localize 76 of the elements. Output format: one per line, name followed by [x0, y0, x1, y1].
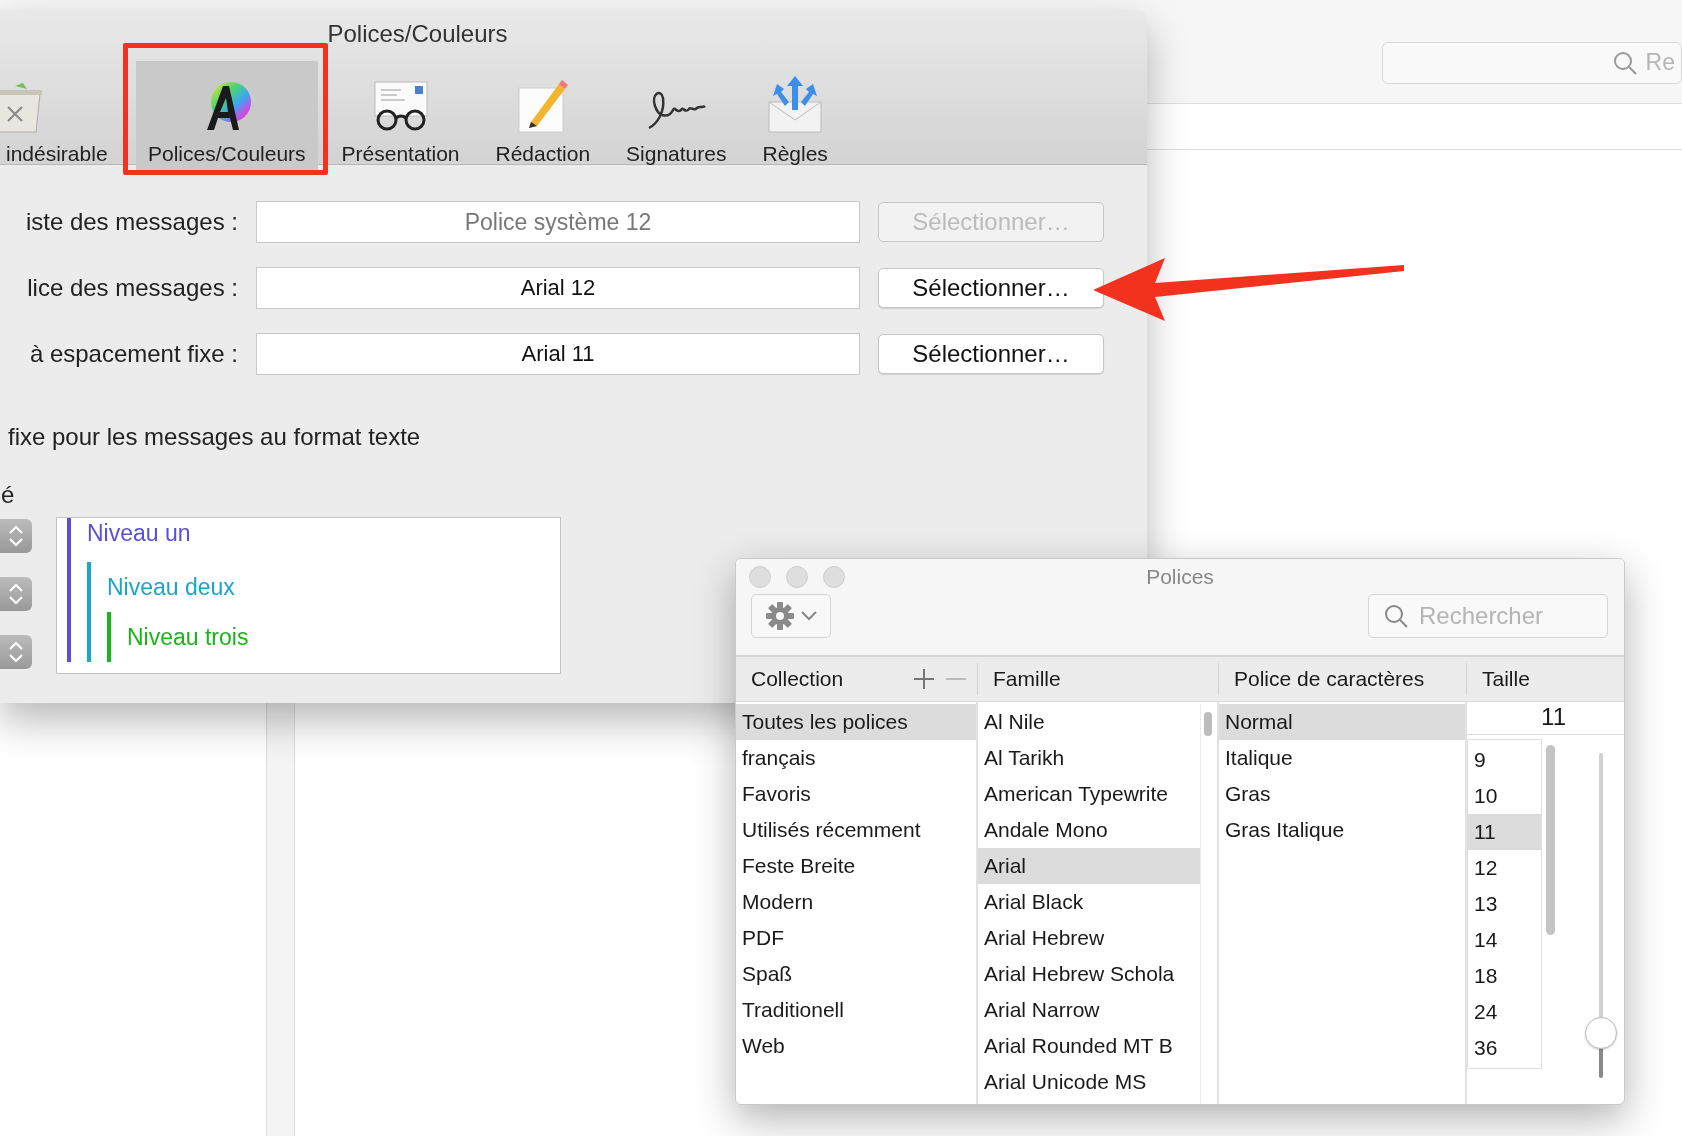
- select-button[interactable]: Sélectionner…: [878, 268, 1104, 308]
- toolbar-tab[interactable]: Présentation: [329, 61, 472, 175]
- field-label: iste des messages :: [24, 208, 239, 236]
- trash-icon: [0, 82, 45, 134]
- search-icon: [1383, 603, 1409, 629]
- add-icon[interactable]: [913, 668, 935, 690]
- font-family-item[interactable]: Al Nile: [978, 704, 1200, 740]
- column-header: Collection: [751, 667, 844, 691]
- chevron-down-icon: [801, 611, 817, 621]
- quote-level-text: Niveau trois: [127, 622, 249, 652]
- section-label: é: [1, 481, 15, 509]
- collection-item[interactable]: Traditionell: [736, 992, 976, 1028]
- collection-item[interactable]: PDF: [736, 920, 976, 956]
- font-family-item[interactable]: Al Tarikh: [978, 740, 1200, 776]
- size-slider[interactable]: [1584, 753, 1618, 1078]
- close-button[interactable]: [749, 566, 771, 588]
- size-item[interactable]: 11: [1468, 814, 1541, 850]
- size-item[interactable]: 13: [1468, 886, 1541, 922]
- collection-item[interactable]: Feste Breite: [736, 848, 976, 884]
- toolbar-tab[interactable]: Règles: [750, 61, 840, 175]
- stepper[interactable]: [0, 519, 32, 553]
- zoom-button[interactable]: [823, 566, 845, 588]
- size-item[interactable]: 10: [1468, 778, 1541, 814]
- font-family-item[interactable]: Arial Hebrew: [978, 920, 1200, 956]
- typeface-item[interactable]: Italique: [1219, 740, 1465, 776]
- collection-item[interactable]: Toutes les polices: [736, 704, 976, 740]
- size-item[interactable]: 18: [1468, 958, 1541, 994]
- typeface-item[interactable]: Gras Italique: [1219, 812, 1465, 848]
- toolbar-tab[interactable]: indésirable: [0, 61, 124, 175]
- quote-level-text: Niveau deux: [107, 572, 235, 602]
- collection-item[interactable]: Modern: [736, 884, 976, 920]
- size-field[interactable]: 11: [1467, 702, 1624, 735]
- field-label: à espacement fixe :: [28, 340, 239, 368]
- size-item[interactable]: 36: [1468, 1030, 1541, 1066]
- up-down-chevron-icon: [8, 639, 24, 665]
- option-label: fixe pour les messages au format texte: [8, 423, 422, 451]
- window-title: Polices/Couleurs: [326, 19, 509, 49]
- up-down-chevron-icon: [8, 523, 24, 549]
- quote-level-text: Niveau un: [87, 519, 191, 548]
- collection-item[interactable]: Web: [736, 1028, 976, 1064]
- collection-item[interactable]: français: [736, 740, 976, 776]
- font-field: Police système 12: [256, 201, 860, 243]
- font-family-item[interactable]: Arial Narrow: [978, 992, 1200, 1028]
- stepper[interactable]: [0, 635, 32, 669]
- font-family-item[interactable]: Arial Unicode MS: [978, 1064, 1200, 1100]
- size-item[interactable]: 14: [1468, 922, 1541, 958]
- stepper[interactable]: [0, 577, 32, 611]
- action-menu-button[interactable]: [751, 594, 831, 638]
- font-family-item[interactable]: American Typewrite: [978, 776, 1200, 812]
- field-label: lice des messages :: [26, 274, 239, 302]
- select-button[interactable]: Sélectionner…: [878, 334, 1104, 374]
- window-title: Polices: [1145, 565, 1215, 589]
- minimize-button[interactable]: [786, 566, 808, 588]
- font-family-item[interactable]: Arial Black: [978, 884, 1200, 920]
- column-header: Taille: [1482, 667, 1530, 691]
- font-family-item[interactable]: Arial Hebrew Schola: [978, 956, 1200, 992]
- column-header: Police de caractères: [1234, 667, 1425, 691]
- size-item[interactable]: 9: [1468, 742, 1541, 778]
- size-item[interactable]: 12: [1468, 850, 1541, 886]
- collection-item[interactable]: Spaß: [736, 956, 976, 992]
- font-family-item[interactable]: Andale Mono: [978, 812, 1200, 848]
- font-family-item[interactable]: Arial Rounded MT B: [978, 1028, 1200, 1064]
- typeface-item[interactable]: Gras: [1219, 776, 1465, 812]
- search-icon: [1611, 49, 1638, 76]
- font-family-item[interactable]: Arial: [978, 848, 1200, 884]
- toolbar-tab[interactable]: Signatures: [614, 61, 739, 175]
- font-field: Arial 12: [256, 267, 860, 309]
- font-field: Arial 11: [256, 333, 860, 375]
- column-header: Famille: [993, 667, 1061, 691]
- collection-item[interactable]: Utilisés récemment: [736, 812, 976, 848]
- size-item[interactable]: 24: [1468, 994, 1541, 1030]
- typeface-item[interactable]: Normal: [1219, 704, 1465, 740]
- collection-item[interactable]: Favoris: [736, 776, 976, 812]
- up-down-chevron-icon: [8, 581, 24, 607]
- settings-icon: [765, 601, 795, 631]
- toolbar-tab[interactable]: Rédaction: [483, 61, 603, 175]
